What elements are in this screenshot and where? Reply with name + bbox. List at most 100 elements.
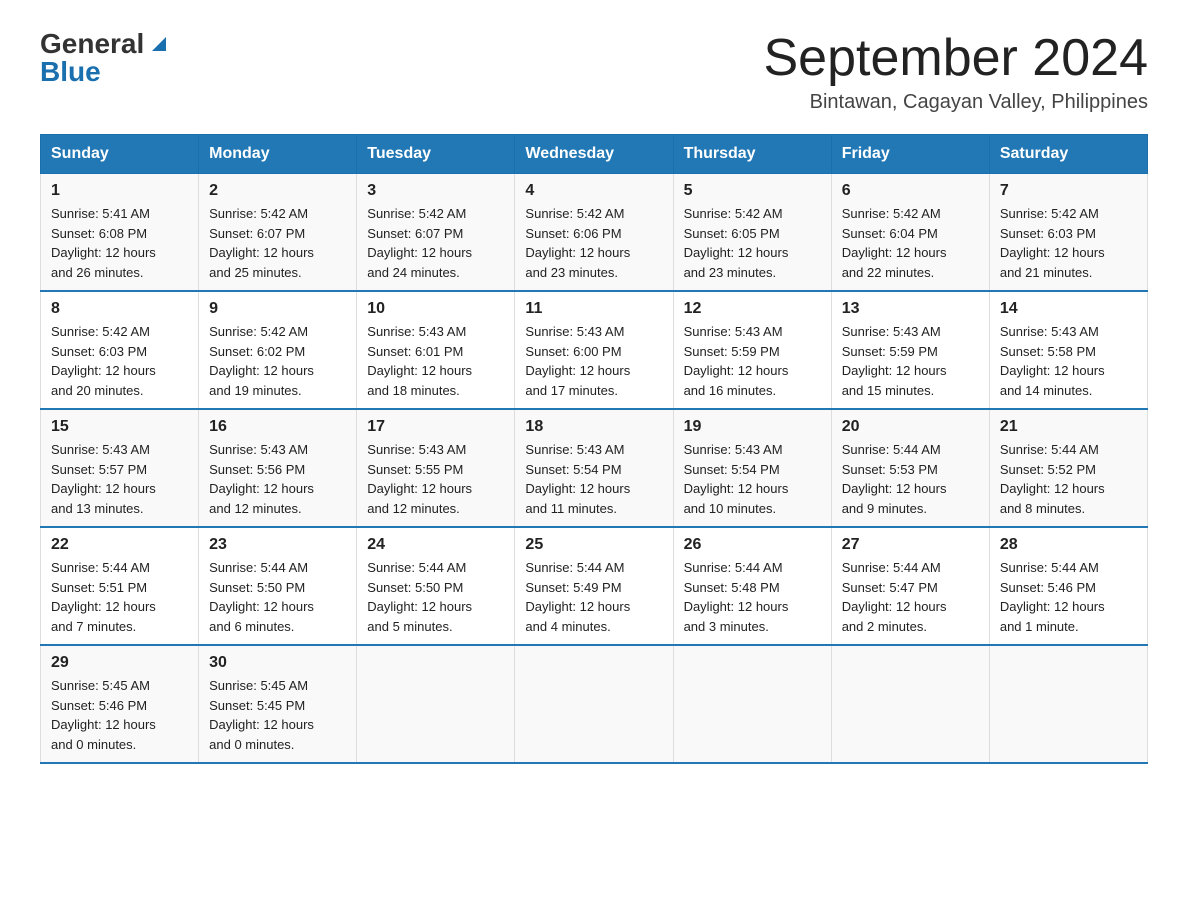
day-number: 24 [367,536,504,554]
day-info: Sunrise: 5:43 AM Sunset: 5:54 PM Dayligh… [525,440,662,518]
day-info: Sunrise: 5:43 AM Sunset: 6:01 PM Dayligh… [367,322,504,400]
day-number: 13 [842,300,979,318]
calendar-cell: 3 Sunrise: 5:42 AM Sunset: 6:07 PM Dayli… [357,174,515,292]
calendar-cell: 21 Sunrise: 5:44 AM Sunset: 5:52 PM Dayl… [989,409,1147,527]
day-info: Sunrise: 5:42 AM Sunset: 6:03 PM Dayligh… [1000,204,1137,282]
calendar-cell: 8 Sunrise: 5:42 AM Sunset: 6:03 PM Dayli… [41,291,199,409]
calendar-cell: 9 Sunrise: 5:42 AM Sunset: 6:02 PM Dayli… [199,291,357,409]
day-number: 12 [684,300,821,318]
calendar-cell: 27 Sunrise: 5:44 AM Sunset: 5:47 PM Dayl… [831,527,989,645]
header-sunday: Sunday [41,135,199,174]
day-number: 3 [367,182,504,200]
title-block: September 2024 Bintawan, Cagayan Valley,… [764,30,1149,114]
day-info: Sunrise: 5:41 AM Sunset: 6:08 PM Dayligh… [51,204,188,282]
header-tuesday: Tuesday [357,135,515,174]
day-info: Sunrise: 5:43 AM Sunset: 5:54 PM Dayligh… [684,440,821,518]
day-info: Sunrise: 5:44 AM Sunset: 5:50 PM Dayligh… [367,558,504,636]
day-info: Sunrise: 5:42 AM Sunset: 6:03 PM Dayligh… [51,322,188,400]
day-info: Sunrise: 5:44 AM Sunset: 5:51 PM Dayligh… [51,558,188,636]
logo-general: General [40,30,144,58]
calendar-cell: 1 Sunrise: 5:41 AM Sunset: 6:08 PM Dayli… [41,174,199,292]
calendar-cell: 25 Sunrise: 5:44 AM Sunset: 5:49 PM Dayl… [515,527,673,645]
calendar-cell: 15 Sunrise: 5:43 AM Sunset: 5:57 PM Dayl… [41,409,199,527]
calendar-cell [989,645,1147,763]
day-info: Sunrise: 5:44 AM Sunset: 5:49 PM Dayligh… [525,558,662,636]
page-header: General Blue September 2024 Bintawan, Ca… [40,30,1148,114]
calendar-cell: 16 Sunrise: 5:43 AM Sunset: 5:56 PM Dayl… [199,409,357,527]
day-number: 16 [209,418,346,436]
month-title: September 2024 [764,30,1149,87]
calendar-cell: 22 Sunrise: 5:44 AM Sunset: 5:51 PM Dayl… [41,527,199,645]
calendar-week-row: 15 Sunrise: 5:43 AM Sunset: 5:57 PM Dayl… [41,409,1148,527]
location-title: Bintawan, Cagayan Valley, Philippines [764,91,1149,114]
day-info: Sunrise: 5:42 AM Sunset: 6:06 PM Dayligh… [525,204,662,282]
day-info: Sunrise: 5:44 AM Sunset: 5:48 PM Dayligh… [684,558,821,636]
day-number: 11 [525,300,662,318]
calendar-cell: 20 Sunrise: 5:44 AM Sunset: 5:53 PM Dayl… [831,409,989,527]
day-info: Sunrise: 5:43 AM Sunset: 5:57 PM Dayligh… [51,440,188,518]
calendar-cell: 28 Sunrise: 5:44 AM Sunset: 5:46 PM Dayl… [989,527,1147,645]
calendar-week-row: 22 Sunrise: 5:44 AM Sunset: 5:51 PM Dayl… [41,527,1148,645]
header-monday: Monday [199,135,357,174]
calendar-cell: 14 Sunrise: 5:43 AM Sunset: 5:58 PM Dayl… [989,291,1147,409]
logo-blue: Blue [40,56,101,87]
calendar-cell: 18 Sunrise: 5:43 AM Sunset: 5:54 PM Dayl… [515,409,673,527]
day-info: Sunrise: 5:45 AM Sunset: 5:45 PM Dayligh… [209,676,346,754]
day-info: Sunrise: 5:42 AM Sunset: 6:05 PM Dayligh… [684,204,821,282]
calendar-cell: 7 Sunrise: 5:42 AM Sunset: 6:03 PM Dayli… [989,174,1147,292]
day-number: 7 [1000,182,1137,200]
day-info: Sunrise: 5:43 AM Sunset: 5:58 PM Dayligh… [1000,322,1137,400]
calendar-week-row: 8 Sunrise: 5:42 AM Sunset: 6:03 PM Dayli… [41,291,1148,409]
calendar-cell: 23 Sunrise: 5:44 AM Sunset: 5:50 PM Dayl… [199,527,357,645]
header-friday: Friday [831,135,989,174]
day-number: 23 [209,536,346,554]
calendar-cell [357,645,515,763]
day-number: 30 [209,654,346,672]
calendar-cell: 2 Sunrise: 5:42 AM Sunset: 6:07 PM Dayli… [199,174,357,292]
day-info: Sunrise: 5:43 AM Sunset: 6:00 PM Dayligh… [525,322,662,400]
day-number: 17 [367,418,504,436]
calendar-cell: 17 Sunrise: 5:43 AM Sunset: 5:55 PM Dayl… [357,409,515,527]
day-number: 27 [842,536,979,554]
calendar-cell [515,645,673,763]
calendar-cell [831,645,989,763]
day-info: Sunrise: 5:42 AM Sunset: 6:07 PM Dayligh… [209,204,346,282]
day-info: Sunrise: 5:44 AM Sunset: 5:46 PM Dayligh… [1000,558,1137,636]
calendar-cell: 5 Sunrise: 5:42 AM Sunset: 6:05 PM Dayli… [673,174,831,292]
day-number: 9 [209,300,346,318]
day-number: 8 [51,300,188,318]
calendar-cell: 26 Sunrise: 5:44 AM Sunset: 5:48 PM Dayl… [673,527,831,645]
day-info: Sunrise: 5:45 AM Sunset: 5:46 PM Dayligh… [51,676,188,754]
day-number: 21 [1000,418,1137,436]
day-info: Sunrise: 5:43 AM Sunset: 5:59 PM Dayligh… [842,322,979,400]
calendar-week-row: 29 Sunrise: 5:45 AM Sunset: 5:46 PM Dayl… [41,645,1148,763]
day-number: 29 [51,654,188,672]
calendar-table: SundayMondayTuesdayWednesdayThursdayFrid… [40,134,1148,764]
calendar-cell: 29 Sunrise: 5:45 AM Sunset: 5:46 PM Dayl… [41,645,199,763]
calendar-cell: 24 Sunrise: 5:44 AM Sunset: 5:50 PM Dayl… [357,527,515,645]
day-number: 14 [1000,300,1137,318]
day-number: 18 [525,418,662,436]
header-thursday: Thursday [673,135,831,174]
calendar-cell: 13 Sunrise: 5:43 AM Sunset: 5:59 PM Dayl… [831,291,989,409]
calendar-cell: 4 Sunrise: 5:42 AM Sunset: 6:06 PM Dayli… [515,174,673,292]
calendar-cell [673,645,831,763]
calendar-cell: 6 Sunrise: 5:42 AM Sunset: 6:04 PM Dayli… [831,174,989,292]
calendar-cell: 12 Sunrise: 5:43 AM Sunset: 5:59 PM Dayl… [673,291,831,409]
calendar-cell: 11 Sunrise: 5:43 AM Sunset: 6:00 PM Dayl… [515,291,673,409]
day-info: Sunrise: 5:42 AM Sunset: 6:07 PM Dayligh… [367,204,504,282]
calendar-cell: 10 Sunrise: 5:43 AM Sunset: 6:01 PM Dayl… [357,291,515,409]
day-number: 2 [209,182,346,200]
day-number: 19 [684,418,821,436]
day-info: Sunrise: 5:44 AM Sunset: 5:47 PM Dayligh… [842,558,979,636]
day-info: Sunrise: 5:44 AM Sunset: 5:50 PM Dayligh… [209,558,346,636]
day-number: 5 [684,182,821,200]
day-info: Sunrise: 5:43 AM Sunset: 5:55 PM Dayligh… [367,440,504,518]
day-info: Sunrise: 5:44 AM Sunset: 5:52 PM Dayligh… [1000,440,1137,518]
day-number: 6 [842,182,979,200]
calendar-cell: 19 Sunrise: 5:43 AM Sunset: 5:54 PM Dayl… [673,409,831,527]
day-number: 15 [51,418,188,436]
header-saturday: Saturday [989,135,1147,174]
day-number: 26 [684,536,821,554]
day-info: Sunrise: 5:43 AM Sunset: 5:56 PM Dayligh… [209,440,346,518]
